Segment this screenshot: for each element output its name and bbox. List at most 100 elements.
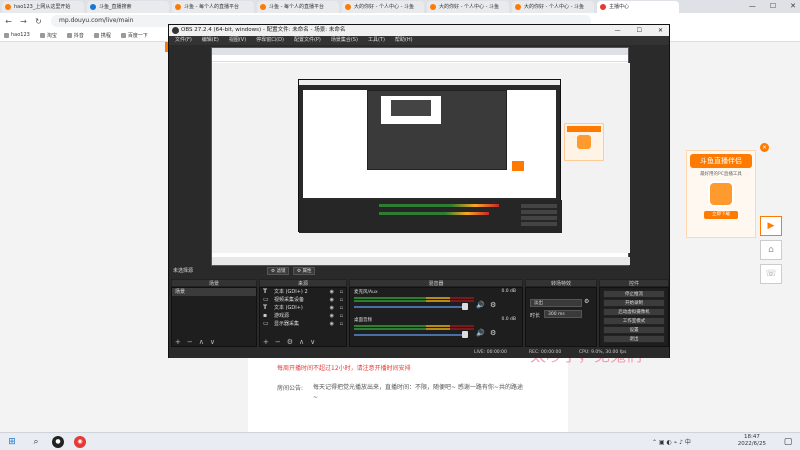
announcement-text[interactable]: 每天记得把觉光播放出来，直播时间：不限，随便吧~ 感谢一路有你~共的路途~	[313, 383, 523, 403]
stop-streaming-button[interactable]: 停止推流	[603, 290, 665, 298]
scenes-toolbar: + − ∧ ∨	[171, 337, 257, 347]
close-button[interactable]: ✕	[658, 25, 663, 36]
studio-mode-button[interactable]: 工作室模式	[603, 317, 665, 325]
browser-tab[interactable]: 大的你好 - 个人中心 - 斗鱼	[427, 1, 509, 13]
menu-edit[interactable]: 编辑(E)	[202, 36, 219, 45]
bookmark-item[interactable]: 百度一下	[120, 32, 148, 39]
volume-slider-handle[interactable]	[462, 303, 468, 310]
camera-source-icon: ▭	[263, 296, 269, 303]
browser-tab[interactable]: 大的你好 - 个人中心 - 斗鱼	[512, 1, 594, 13]
visibility-eye-icon[interactable]: ◉	[330, 320, 334, 328]
add-icon[interactable]: +	[263, 337, 269, 347]
obs-taskbar-icon[interactable]: ●	[52, 436, 64, 448]
home-icon[interactable]: ⌂	[760, 240, 782, 260]
move-down-icon[interactable]: ∨	[210, 337, 215, 347]
browser-tab[interactable]: hao123_上网从这里开始	[2, 1, 84, 13]
mixer-dock: 麦克风/Aux 0.0 dB 🔊 ⚙ 桌面音频 0.0 dB 🔊 ⚙	[349, 287, 523, 347]
windows-start-icon[interactable]: ⊞	[6, 436, 18, 448]
nested-control-button	[521, 222, 557, 226]
add-icon[interactable]: +	[175, 337, 181, 347]
remove-icon[interactable]: −	[187, 337, 193, 347]
source-item[interactable]: ▭ 显示器采集 ◉ ▫	[260, 320, 346, 328]
search-icon[interactable]: ⌕	[30, 436, 42, 448]
visibility-eye-icon[interactable]: ◉	[330, 304, 334, 312]
menu-scene-collection[interactable]: 场景集合(S)	[331, 36, 358, 45]
source-item[interactable]: T 文本 (GDI+) ◉ ▫	[260, 304, 346, 312]
tray-icons[interactable]: ⌃ ▣ ◐ ⌁ ♪ 中	[652, 437, 691, 446]
notification-icon[interactable]: ▢	[782, 436, 794, 448]
menu-profile[interactable]: 配置文件(P)	[294, 36, 321, 45]
douyu-companion-ad[interactable]: 斗鱼直播伴侣 最好用的PC直播工具 立即下载	[686, 150, 756, 238]
gear-icon[interactable]: ⚙	[287, 337, 293, 347]
bookmark-item[interactable]: 抖音	[66, 32, 84, 39]
browser-tab[interactable]: 斗鱼 - 每个人的直播平台	[257, 1, 339, 13]
settings-button[interactable]: 设置	[603, 326, 665, 334]
source-item[interactable]: T 文本 (GDI+) 2 ◉ ▫	[260, 288, 346, 296]
no-source-label: 未选择源	[173, 268, 194, 274]
maximize-button[interactable]: ☐	[637, 25, 642, 36]
browser-tab[interactable]: 斗鱼_直播搜索	[87, 1, 169, 13]
lock-icon[interactable]: ▫	[340, 304, 343, 312]
obs-preview-canvas[interactable]	[211, 47, 630, 266]
lock-icon[interactable]: ▫	[340, 288, 343, 296]
browser-tab[interactable]: 大的你好 - 个人中心 - 斗鱼	[342, 1, 424, 13]
volume-fader[interactable]	[354, 334, 464, 336]
play-icon[interactable]: ▶	[760, 216, 782, 236]
lock-icon[interactable]: ▫	[340, 320, 343, 328]
transition-select[interactable]: 淡出	[530, 299, 582, 307]
gear-icon[interactable]: ⚙	[490, 301, 496, 309]
transition-settings-gear-icon[interactable]: ⚙	[584, 298, 589, 305]
speaker-icon[interactable]: 🔊	[476, 329, 485, 337]
duration-field[interactable]: 300 ms	[544, 310, 582, 318]
lock-icon[interactable]: ▫	[340, 296, 343, 304]
customer-service-icon[interactable]: ☏	[760, 264, 782, 284]
minimize-button[interactable]: —	[615, 25, 621, 36]
start-virtual-camera-button[interactable]: 启动虚拟摄像机	[603, 308, 665, 316]
sources-toolbar: + − ⚙ ∧ ∨	[259, 337, 347, 347]
taskbar-clock[interactable]: 18:47 2022/6/25	[738, 434, 766, 448]
bookmark-item[interactable]: 携程	[93, 32, 111, 39]
visibility-eye-icon[interactable]: ◉	[330, 312, 334, 320]
browser-tab-active[interactable]: 主播中心	[597, 1, 679, 13]
menu-view[interactable]: 视图(V)	[229, 36, 246, 45]
remove-icon[interactable]: −	[275, 337, 281, 347]
nested-meter	[379, 212, 489, 215]
gear-icon[interactable]: ⚙	[490, 329, 496, 337]
menu-tools[interactable]: 工具(T)	[368, 36, 385, 45]
speaker-icon[interactable]: 🔊	[476, 301, 485, 309]
source-item[interactable]: ▭ 视频采集设备 ◉ ▫	[260, 296, 346, 304]
start-recording-button[interactable]: 开始录制	[603, 299, 665, 307]
browser-window-controls: — ☐ ✕	[749, 0, 796, 12]
source-item[interactable]: ▪ 游戏源 ◉ ▫	[260, 312, 346, 320]
close-button[interactable]: ✕	[790, 0, 796, 12]
menu-file[interactable]: 文件(F)	[175, 36, 192, 45]
menu-help[interactable]: 帮助(H)	[395, 36, 413, 45]
filters-button[interactable]: ⚙ 滤镜	[267, 267, 290, 275]
scene-item[interactable]: 场景	[172, 288, 256, 296]
chrome-taskbar-icon[interactable]: ◉	[74, 436, 86, 448]
close-ad-button[interactable]: ×	[760, 143, 769, 152]
forward-arrow-icon[interactable]: →	[19, 17, 28, 26]
source-label: 文本 (GDI+)	[274, 305, 303, 311]
visibility-eye-icon[interactable]: ◉	[330, 296, 334, 304]
menu-docks[interactable]: 停靠窗口(D)	[256, 36, 284, 45]
lock-icon[interactable]: ▫	[340, 312, 343, 320]
volume-meter	[354, 328, 474, 330]
browser-tab[interactable]: 斗鱼 - 每个人的直播平台	[172, 1, 254, 13]
move-up-icon[interactable]: ∧	[199, 337, 204, 347]
maximize-button[interactable]: ☐	[770, 0, 776, 12]
visibility-eye-icon[interactable]: ◉	[330, 288, 334, 296]
bookmark-item[interactable]: hao123	[4, 32, 30, 38]
exit-button[interactable]: 退出	[603, 335, 665, 343]
move-down-icon[interactable]: ∨	[310, 337, 315, 347]
minimize-button[interactable]: —	[749, 0, 756, 12]
volume-fader[interactable]	[354, 306, 464, 308]
bookmark-item[interactable]: 淘宝	[39, 32, 57, 39]
back-arrow-icon[interactable]: ←	[4, 17, 13, 26]
nested-control-button	[521, 204, 557, 208]
move-up-icon[interactable]: ∧	[299, 337, 304, 347]
properties-button[interactable]: ⚙ 属性	[293, 267, 316, 275]
volume-slider-handle[interactable]	[462, 331, 468, 338]
download-button[interactable]: 立即下载	[704, 211, 738, 219]
reload-icon[interactable]: ↻	[34, 17, 43, 26]
